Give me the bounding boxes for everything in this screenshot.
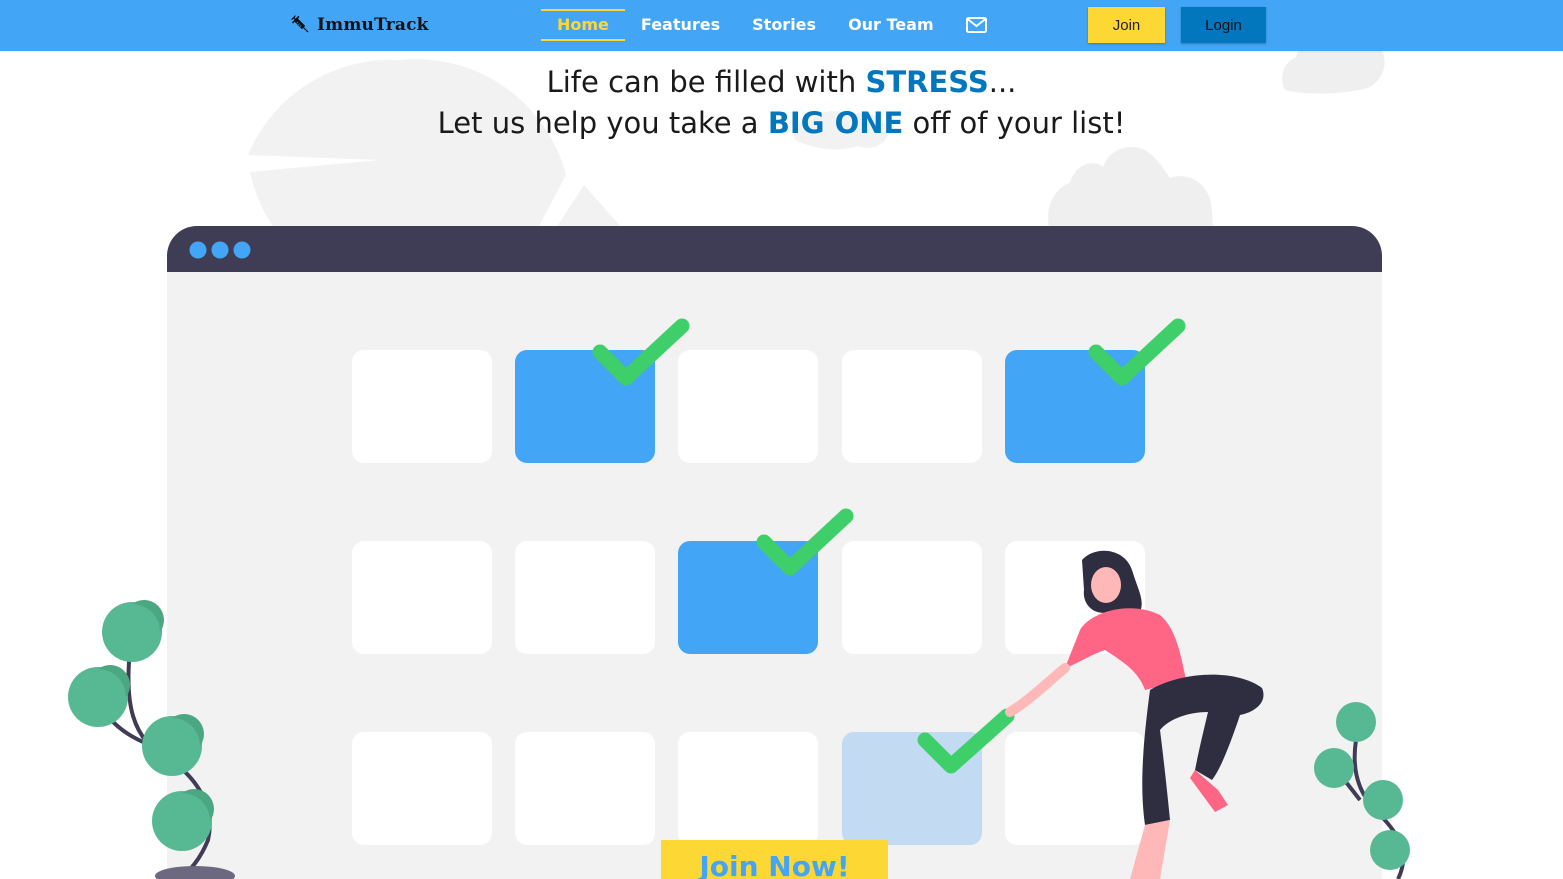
nav-features[interactable]: Features <box>625 9 736 41</box>
hero-headline: Life can be filled with STRESS... Let us… <box>0 62 1563 144</box>
brand-link[interactable]: ImmuTrack <box>290 12 429 38</box>
login-button[interactable]: Login <box>1181 7 1266 43</box>
hero-line-1: Life can be filled with STRESS... <box>0 62 1563 103</box>
nav-our-team[interactable]: Our Team <box>832 9 950 41</box>
join-now-button[interactable]: Join Now! <box>661 840 888 879</box>
envelope-icon <box>966 17 988 33</box>
hero-line-1-text: Life can be filled with <box>546 65 866 99</box>
syringe-icon <box>291 15 309 33</box>
hero-line-2-text: Let us help you take a <box>437 106 768 140</box>
hero-line-2: Let us help you take a BIG ONE off of yo… <box>0 103 1563 144</box>
hero-line-2-end: off of your list! <box>903 106 1126 140</box>
nav-links: Home Features Stories Our Team <box>541 8 1004 42</box>
join-button[interactable]: Join <box>1088 7 1165 43</box>
brand-name: ImmuTrack <box>317 15 429 35</box>
calendar-grid <box>352 350 1145 845</box>
hero-line-1-ellipsis: ... <box>988 65 1017 99</box>
contact-mail-link[interactable] <box>950 9 1004 41</box>
nav-home[interactable]: Home <box>541 9 625 41</box>
hero-highlight-big-one: BIG ONE <box>767 106 904 140</box>
nav-stories[interactable]: Stories <box>736 9 832 41</box>
navbar: ImmuTrack Home Features Stories Our Team… <box>0 0 1563 51</box>
hero-highlight-stress: STRESS <box>865 65 989 99</box>
